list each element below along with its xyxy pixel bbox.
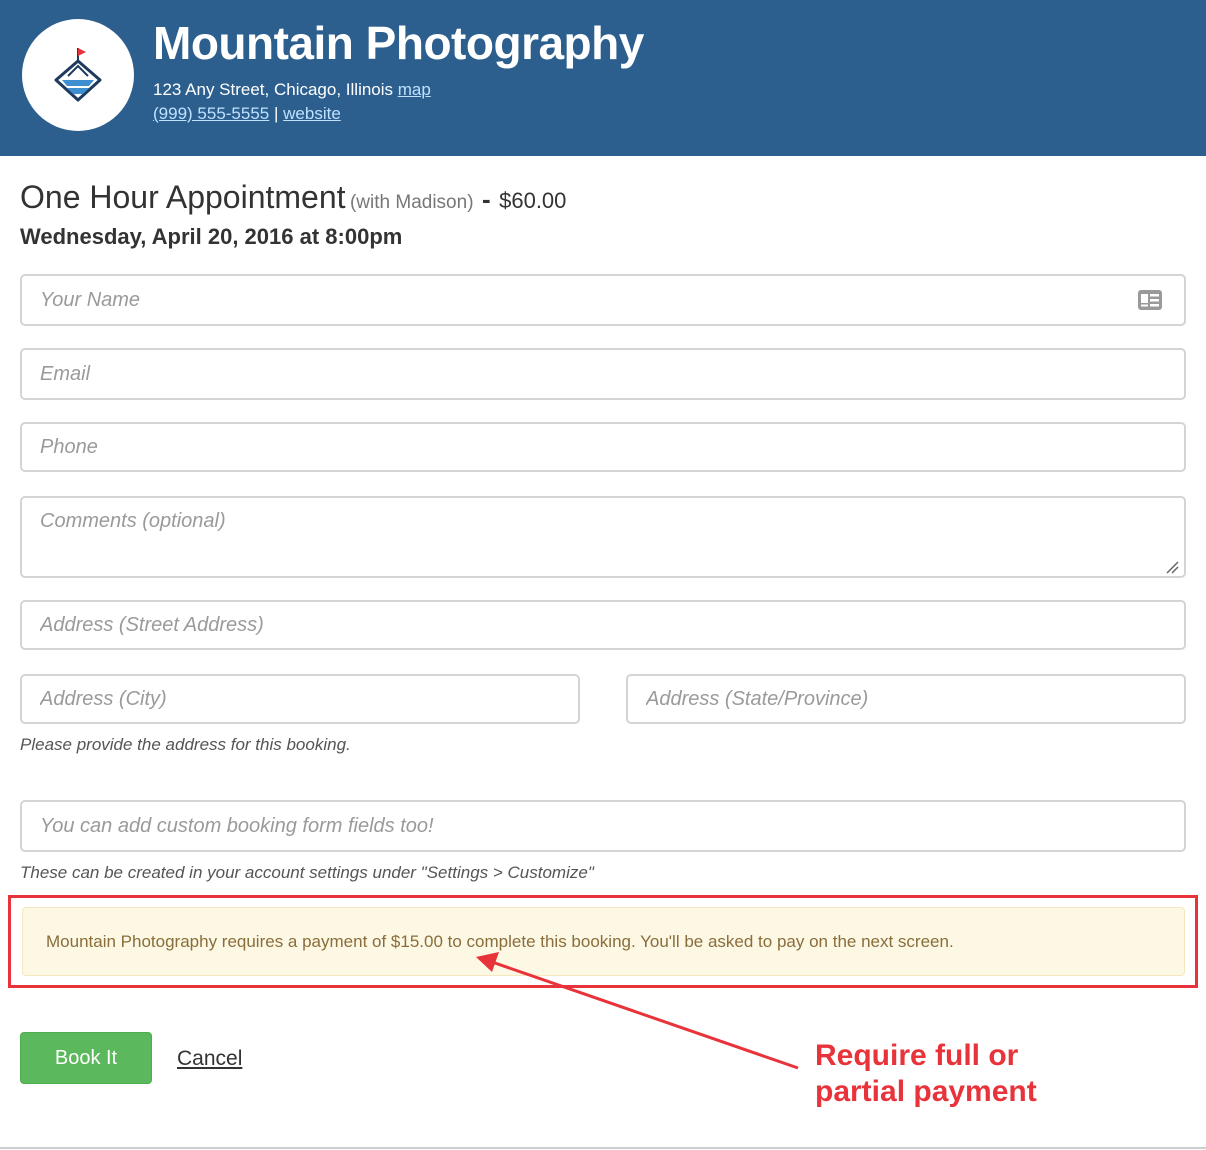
website-link[interactable]: website xyxy=(283,104,341,123)
annotation-line-1: Require full or xyxy=(815,1039,1019,1072)
custom-field-help-text: These can be created in your account set… xyxy=(20,863,594,882)
comments-textarea[interactable] xyxy=(20,496,1186,578)
email-input[interactable] xyxy=(20,348,1186,400)
bottom-divider xyxy=(0,1147,1206,1149)
mountain-flag-logo-icon xyxy=(54,48,102,102)
contact-card-icon[interactable] xyxy=(1137,289,1163,311)
business-address-line: 123 Any Street, Chicago, Illinois map xyxy=(153,80,431,100)
appointment-title: One Hour Appointment xyxy=(20,179,346,215)
business-address: 123 Any Street, Chicago, Illinois xyxy=(153,80,394,99)
cancel-link[interactable]: Cancel xyxy=(177,1047,242,1071)
custom-field-input[interactable] xyxy=(20,800,1186,852)
business-logo xyxy=(22,19,134,131)
state-input[interactable] xyxy=(626,674,1186,724)
address-help-text: Please provide the address for this book… xyxy=(20,735,351,754)
annotation-callout: Require full or partial payment xyxy=(815,1038,1037,1110)
appointment-staff: (with Madison) xyxy=(349,192,474,213)
street-address-input[interactable] xyxy=(20,600,1186,650)
phone-link[interactable]: (999) 555-5555 xyxy=(153,104,269,123)
appointment-price: $60.00 xyxy=(499,188,567,213)
textarea-resize-handle-icon[interactable] xyxy=(1165,560,1179,574)
annotation-line-2: partial payment xyxy=(815,1075,1037,1108)
contact-separator: | xyxy=(274,104,279,123)
payment-notice-text: Mountain Photography requires a payment … xyxy=(46,932,954,951)
name-input[interactable] xyxy=(20,274,1186,326)
business-header: Mountain Photography 123 Any Street, Chi… xyxy=(0,0,1206,156)
book-it-button[interactable]: Book It xyxy=(20,1032,152,1084)
title-dash: - xyxy=(481,184,491,214)
map-link[interactable]: map xyxy=(398,80,431,99)
city-input[interactable] xyxy=(20,674,580,724)
appointment-datetime: Wednesday, April 20, 2016 at 8:00pm xyxy=(20,224,403,249)
phone-input[interactable] xyxy=(20,422,1186,472)
payment-notice: Mountain Photography requires a payment … xyxy=(22,907,1185,976)
business-contact-line: (999) 555-5555 | website xyxy=(153,104,341,124)
business-name: Mountain Photography xyxy=(153,17,644,69)
appointment-heading: One Hour Appointment (with Madison) - $6… xyxy=(20,179,566,216)
